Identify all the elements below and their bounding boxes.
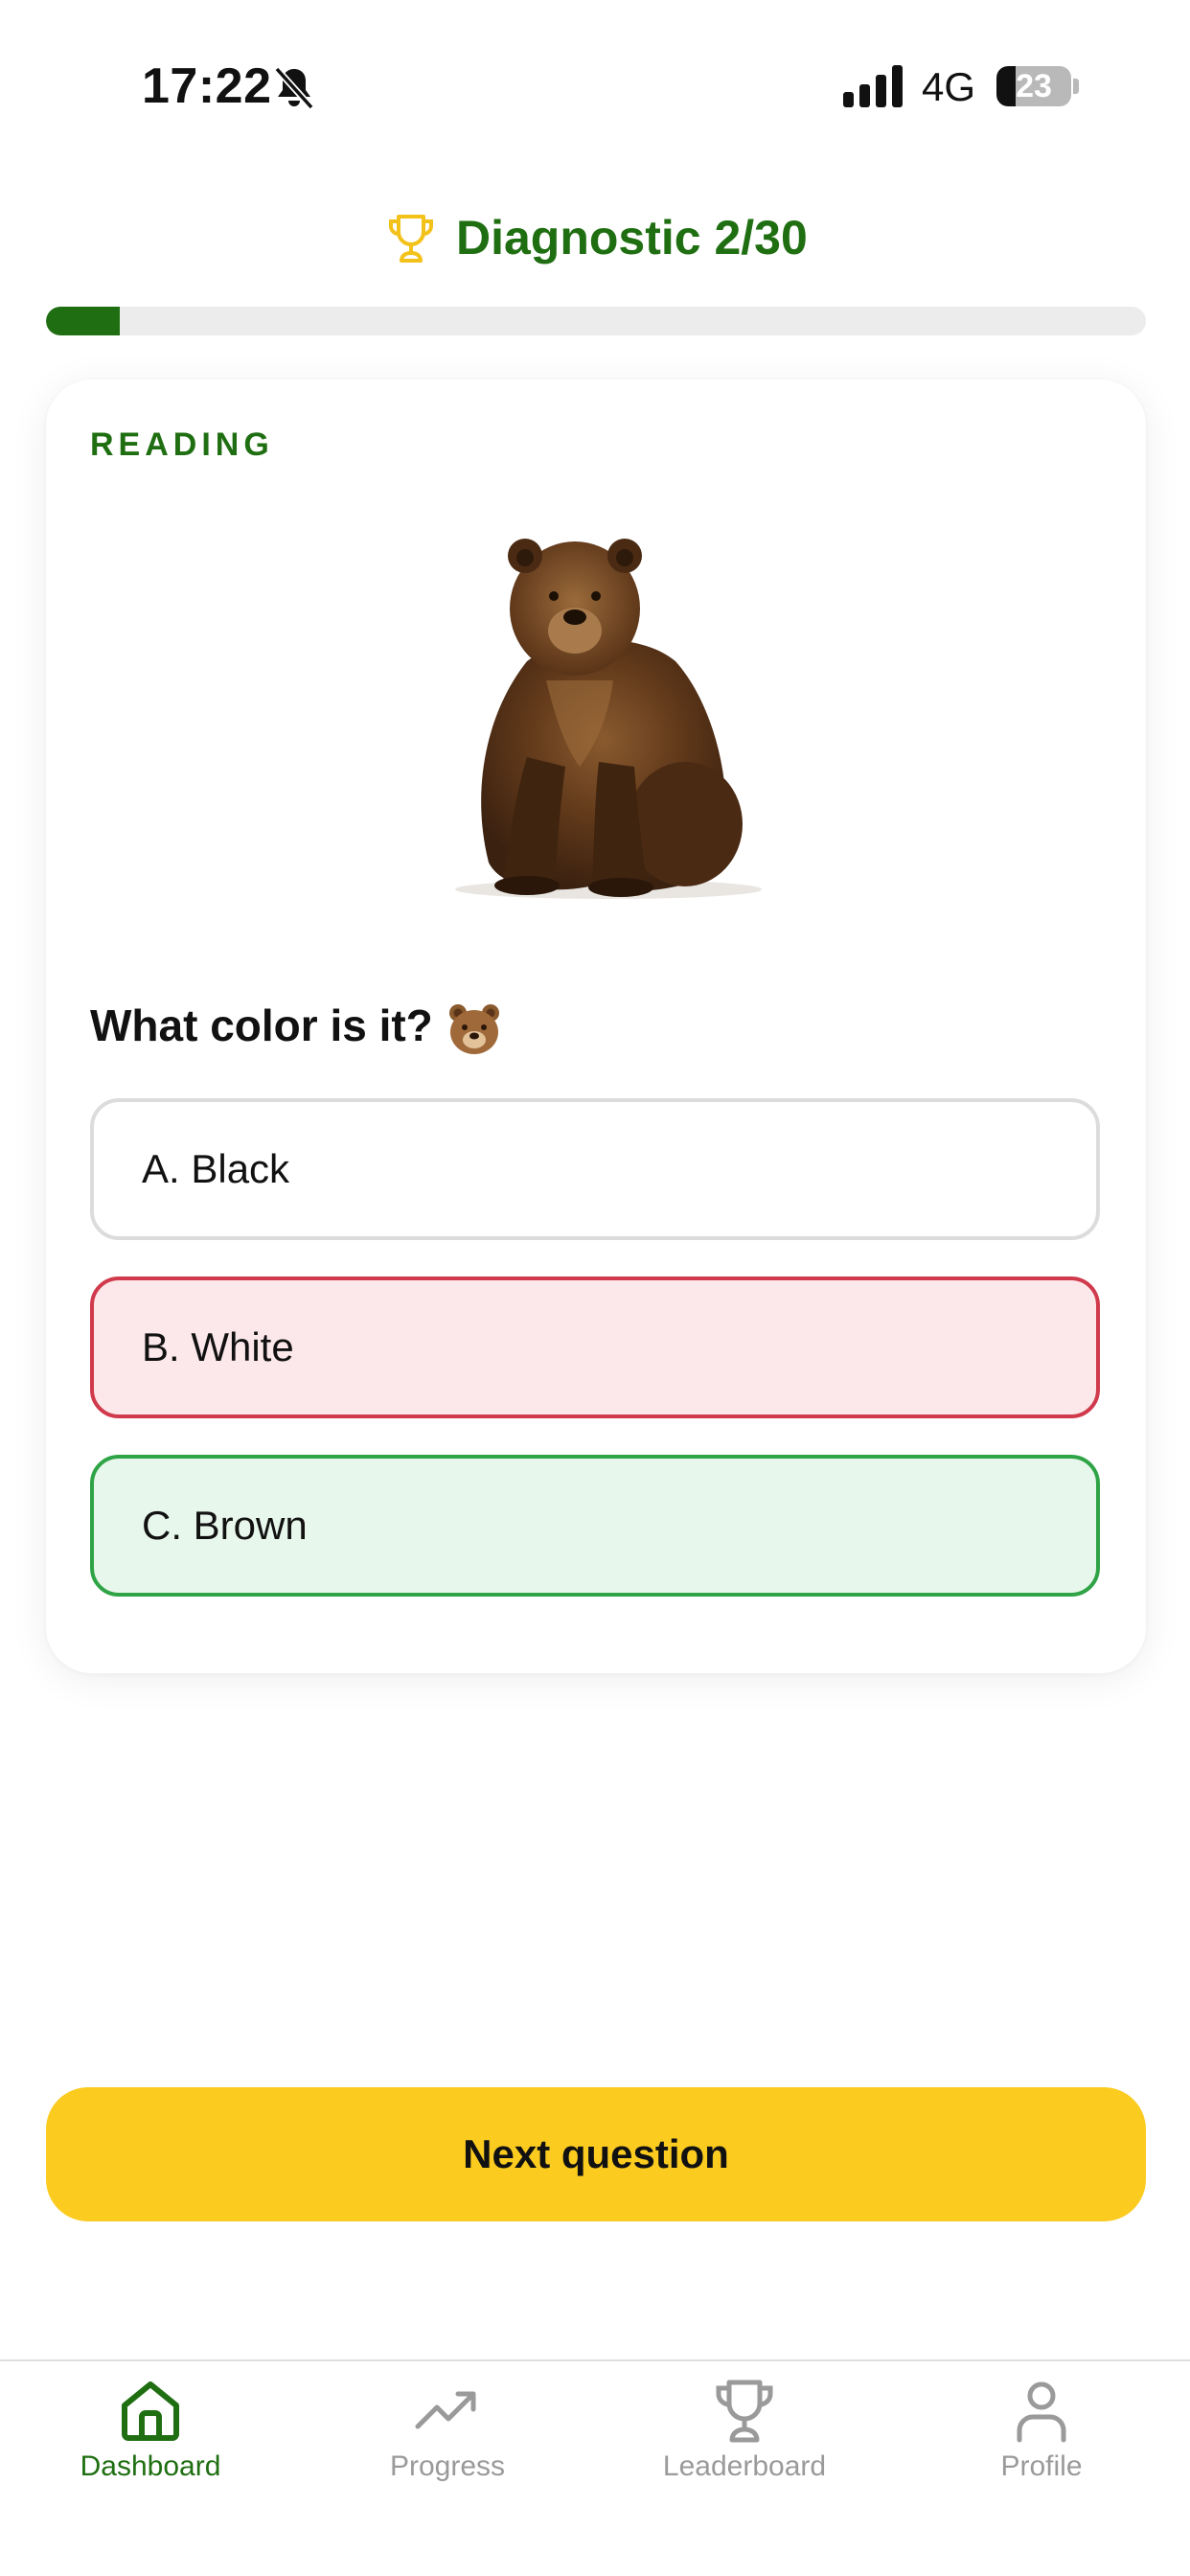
nav-divider [0,2359,1190,2361]
answer-option-label: B. White [142,1324,294,1369]
nav-item-profile[interactable]: Profile [922,2377,1161,2492]
bell-slash-icon [274,66,314,110]
signal-icon [843,65,903,107]
answer-option-label: A. Black [142,1146,290,1191]
status-time: 17:22 [142,58,272,114]
nav-label-leaderboard: Leaderboard [662,2450,827,2482]
nav-label-dashboard: Dashboard [80,2450,221,2482]
home-icon [122,2381,179,2441]
battery-icon: 23 [996,66,1071,106]
answer-option-label: C. Brown [142,1503,308,1548]
question-label: What color is it? [90,1000,433,1050]
nav-item-dashboard[interactable]: Dashboard [31,2377,270,2492]
trending-up-icon [415,2391,476,2429]
next-question-button[interactable]: Next question [46,2087,1146,2221]
progress-bar [46,307,1146,335]
bear-image [455,539,762,899]
nav-item-progress[interactable]: Progress [328,2377,567,2492]
bear-face-emoji-icon [448,1003,499,1054]
section-label: READING [90,426,274,463]
answer-option-b[interactable]: B. White [90,1276,1100,1418]
question-text: What color is it? [90,997,502,1057]
answer-option-a[interactable]: A. Black [90,1098,1100,1240]
answer-option-c[interactable]: C. Brown [90,1455,1100,1597]
network-type: 4G [922,64,976,109]
battery-level: 23 [1016,68,1052,104]
user-icon [1017,2381,1066,2443]
nav-label-progress: Progress [389,2450,506,2482]
nav-label-profile: Profile [1000,2450,1083,2482]
nav-item-leaderboard[interactable]: Leaderboard [625,2377,864,2492]
trophy-icon [389,215,433,263]
page-title: Diagnostic 2/30 [456,211,808,264]
trophy-icon [716,2380,773,2443]
battery-cap [1073,79,1079,94]
progress-fill [46,307,120,335]
